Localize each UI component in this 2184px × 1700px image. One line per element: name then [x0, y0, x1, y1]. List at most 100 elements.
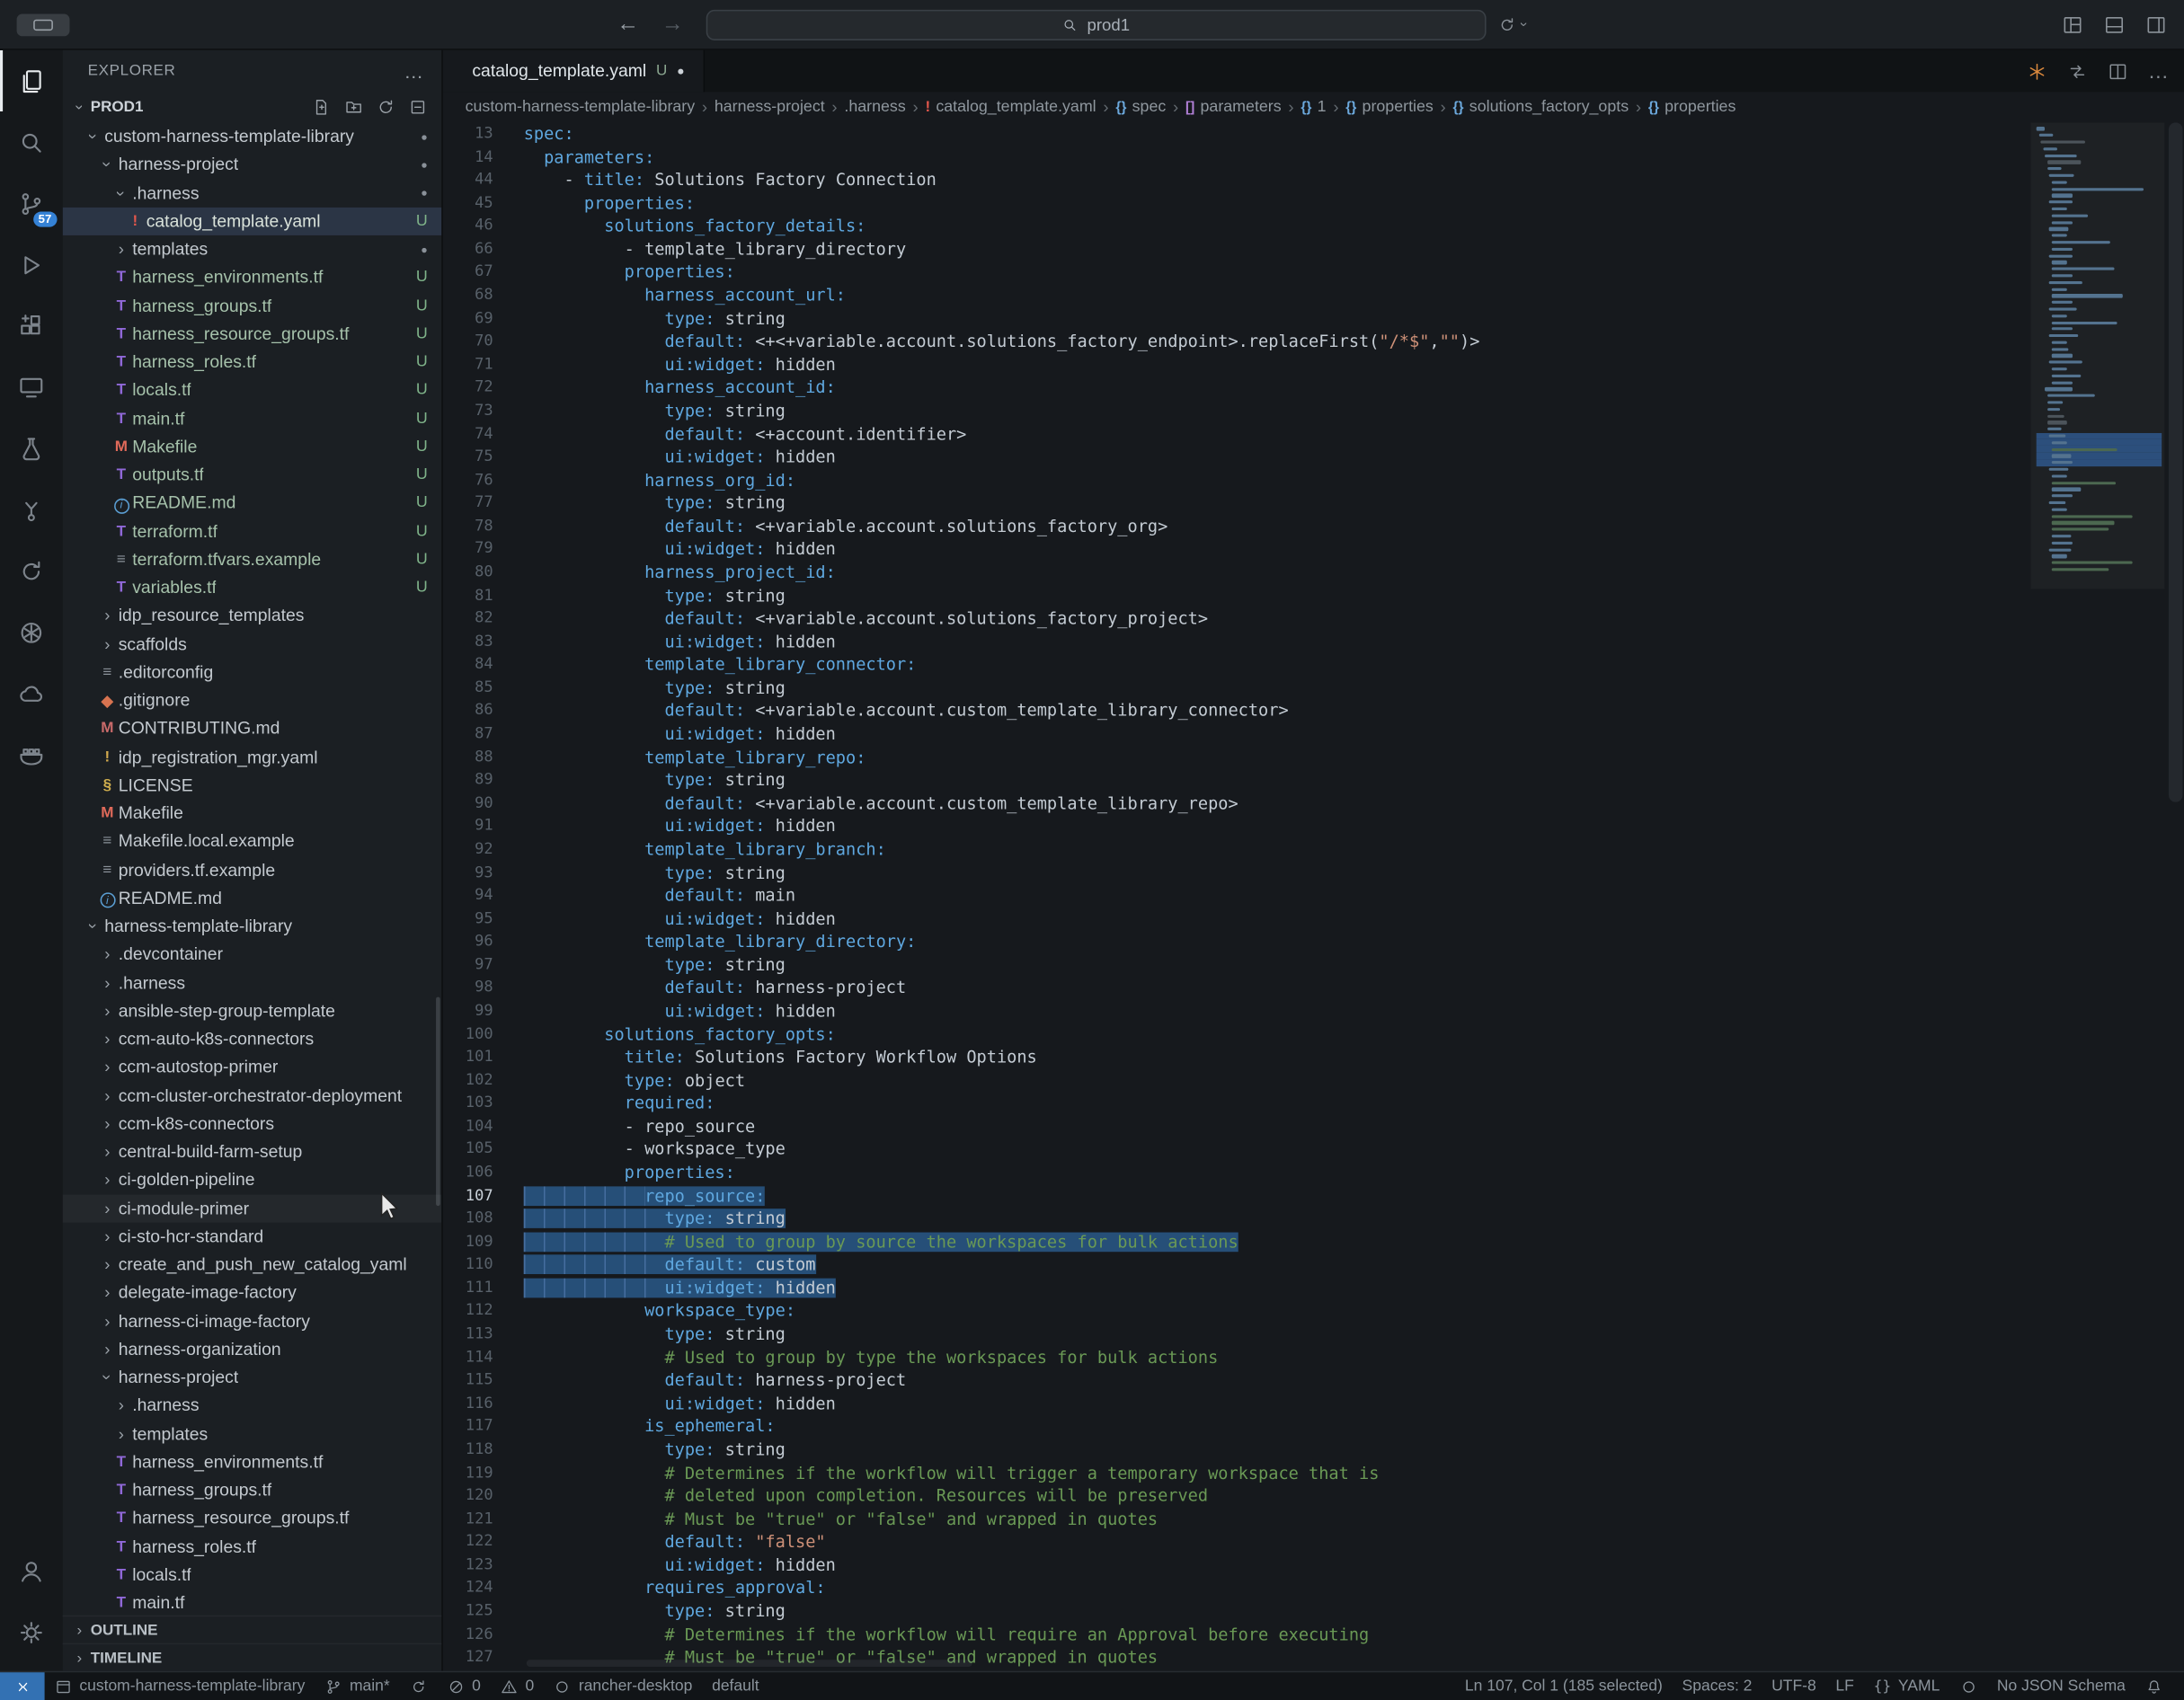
tree-file[interactable]: Tharness_groups.tfU: [63, 292, 442, 320]
tree-folder[interactable]: ›central-build-farm-setup: [63, 1138, 442, 1165]
status-rancher-desktop[interactable]: rancher-desktop: [544, 1672, 702, 1700]
tree-folder[interactable]: ›.harness: [63, 969, 442, 996]
tree-folder[interactable]: ›harness-organization: [63, 1335, 442, 1363]
tree-folder[interactable]: ›ci-sto-hcr-standard: [63, 1222, 442, 1250]
tree-file[interactable]: Tmain.tf: [63, 1589, 442, 1615]
editor-scrollbar-vertical[interactable]: [2169, 122, 2182, 801]
line-content[interactable]: type: string: [493, 584, 786, 607]
collapse-all-icon[interactable]: [408, 97, 428, 117]
line-content[interactable]: # Determines if the workflow will requir…: [493, 1623, 1370, 1646]
status-warnings[interactable]: 0: [491, 1672, 544, 1700]
tree-file[interactable]: §LICENSE: [63, 771, 442, 799]
status-sync-status[interactable]: [400, 1672, 438, 1700]
activity-source-control[interactable]: 57: [0, 173, 63, 234]
tree-folder[interactable]: ›ccm-auto-k8s-connectors: [63, 1025, 442, 1053]
command-center-search[interactable]: prod1: [706, 9, 1486, 40]
activity-run-debug[interactable]: [0, 234, 63, 295]
line-content[interactable]: default: <+variable.account.solutions_fa…: [493, 607, 1208, 631]
remote-indicator[interactable]: [0, 1672, 45, 1700]
breadcrumb-item[interactable]: {}1: [1301, 99, 1326, 116]
section-timeline[interactable]: ›TIMELINE: [63, 1643, 442, 1671]
line-content[interactable]: default: harness-project: [493, 1369, 907, 1393]
status-k8s-namespace[interactable]: default: [702, 1672, 768, 1700]
status-encoding[interactable]: UTF-8: [1762, 1672, 1825, 1700]
line-content[interactable]: - title: Solutions Factory Connection: [493, 169, 937, 192]
line-content[interactable]: parameters:: [493, 146, 655, 169]
tree-folder[interactable]: ›templates: [63, 1420, 442, 1448]
activity-search[interactable]: [0, 111, 63, 173]
line-content[interactable]: harness_account_id:: [493, 376, 836, 400]
workspace-section-header[interactable]: › PROD1: [63, 92, 442, 122]
line-content[interactable]: ui:widget: hidden: [493, 353, 836, 376]
line-content[interactable]: solutions_factory_opts:: [493, 1023, 836, 1046]
tree-file[interactable]: Tharness_resource_groups.tfU: [63, 320, 442, 348]
tree-folder[interactable]: ›ccm-cluster-orchestrator-deployment: [63, 1081, 442, 1109]
activity-gitlens[interactable]: [0, 479, 63, 540]
line-content[interactable]: default: <+variable.account.solutions_fa…: [493, 515, 1168, 538]
breadcrumb-item[interactable]: .harness: [844, 99, 905, 116]
split-editor-icon[interactable]: [2108, 60, 2128, 81]
tree-file[interactable]: ≡terraform.tfvars.exampleU: [63, 545, 442, 573]
line-content[interactable]: harness_project_id:: [493, 562, 836, 585]
line-content[interactable]: type: string: [493, 400, 786, 423]
line-content[interactable]: default: main: [493, 884, 795, 908]
line-content[interactable]: template_library_connector:: [493, 653, 917, 677]
tree-file[interactable]: ≡providers.tf.example: [63, 855, 442, 883]
line-content[interactable]: is_ephemeral:: [493, 1415, 776, 1439]
line-content[interactable]: default: <+variable.account.custom_templ…: [493, 792, 1238, 815]
tree-file[interactable]: Tharness_environments.tf: [63, 1448, 442, 1475]
tree-file[interactable]: iREADME.md: [63, 884, 442, 912]
tree-folder[interactable]: ›ansible-step-group-template: [63, 996, 442, 1024]
more-actions-icon[interactable]: …: [404, 60, 424, 83]
sync-dropdown-icon[interactable]: ›: [1497, 14, 1526, 34]
line-content[interactable]: ui:widget: hidden: [493, 631, 836, 654]
status-errors[interactable]: 0: [437, 1672, 490, 1700]
line-content[interactable]: spec:: [493, 122, 574, 146]
activity-remote-explorer[interactable]: [0, 357, 63, 418]
line-content[interactable]: requires_approval:: [493, 1577, 826, 1600]
activity-account[interactable]: [0, 1540, 63, 1601]
line-content[interactable]: ui:widget: hidden: [493, 815, 836, 838]
line-content[interactable]: properties:: [493, 191, 695, 215]
tree-folder[interactable]: ›ci-module-primer: [63, 1194, 442, 1222]
line-content[interactable]: type: string: [493, 677, 786, 700]
status-indentation[interactable]: Spaces: 2: [1673, 1672, 1762, 1700]
tree-file[interactable]: Tharness_environments.tfU: [63, 263, 442, 291]
tree-folder[interactable]: ›harness-ci-image-factory: [63, 1306, 442, 1334]
tree-file[interactable]: ≡.editorconfig: [63, 659, 442, 686]
tree-file[interactable]: MMakefileU: [63, 433, 442, 461]
line-content[interactable]: - workspace_type: [493, 1138, 786, 1162]
line-content[interactable]: repo_source:: [493, 1184, 766, 1208]
line-content[interactable]: # Used to group by source the workspaces…: [493, 1231, 1238, 1254]
line-content[interactable]: ui:widget: hidden: [493, 446, 836, 469]
tree-folder[interactable]: ›create_and_push_new_catalog_yaml: [63, 1251, 442, 1279]
breadcrumb-item[interactable]: {}properties: [1648, 99, 1736, 116]
breadcrumb-item[interactable]: []parameters: [1185, 99, 1282, 116]
tree-folder[interactable]: ›idp_resource_templates: [63, 602, 442, 630]
tree-folder[interactable]: ›harness-template-library: [63, 912, 442, 940]
line-content[interactable]: ui:widget: hidden: [493, 908, 836, 931]
tree-file[interactable]: iREADME.mdU: [63, 489, 442, 517]
line-content[interactable]: - repo_source: [493, 1115, 756, 1138]
line-content[interactable]: default: <+account.identifier>: [493, 422, 967, 446]
sidebar-scrollbar[interactable]: [436, 997, 440, 1206]
tree-file[interactable]: Tmain.tfU: [63, 404, 442, 432]
tree-file[interactable]: MMakefile: [63, 800, 442, 828]
more-actions-icon[interactable]: …: [2148, 59, 2171, 83]
tree-file[interactable]: Tharness_roles.tf: [63, 1532, 442, 1560]
line-content[interactable]: # deleted upon completion. Resources wil…: [493, 1484, 1208, 1508]
line-content[interactable]: template_library_directory:: [493, 931, 917, 954]
line-content[interactable]: solutions_factory_details:: [493, 215, 866, 238]
tab-dirty-indicator[interactable]: ●: [677, 64, 684, 77]
activity-sync[interactable]: [0, 540, 63, 601]
line-content[interactable]: template_library_branch:: [493, 838, 886, 862]
line-content[interactable]: type: string: [493, 862, 786, 885]
line-content[interactable]: type: object: [493, 1069, 745, 1093]
tree-file[interactable]: Toutputs.tfU: [63, 461, 442, 489]
line-content[interactable]: workspace_type:: [493, 1300, 795, 1324]
tree-file[interactable]: Tlocals.tf: [63, 1561, 442, 1589]
line-content[interactable]: default: <+<+variable.account.solutions_…: [493, 331, 1480, 354]
tree-folder[interactable]: ›.harness: [63, 1392, 442, 1420]
tree-folder[interactable]: ›ccm-autostop-primer: [63, 1053, 442, 1081]
line-content[interactable]: ui:widget: hidden: [493, 1392, 836, 1415]
